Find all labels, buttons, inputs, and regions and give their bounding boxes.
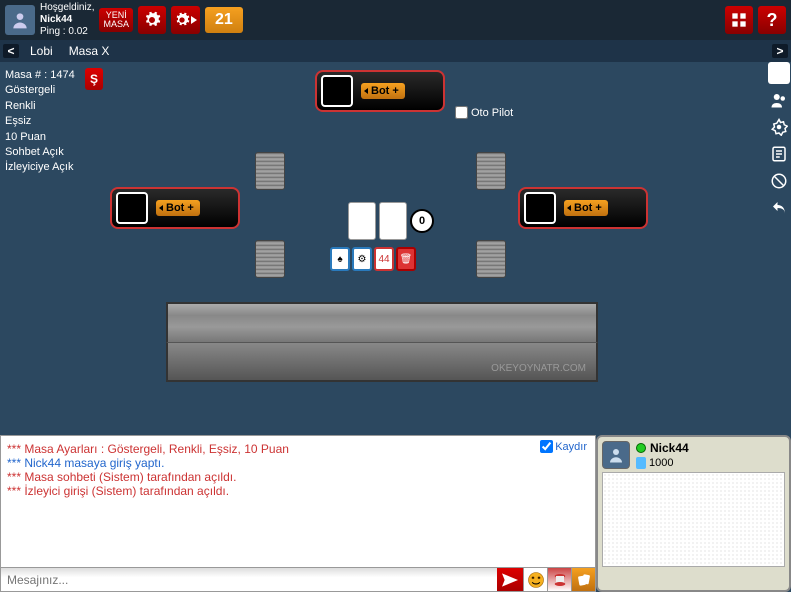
avatar[interactable] (5, 5, 35, 35)
message-input[interactable] (1, 568, 497, 591)
player-rack[interactable]: OKEYOYNATR.COM (166, 302, 598, 382)
chat-line-4: *** İzleyici girişi (Sistem) tarafından … (7, 484, 589, 498)
oto-pilot-label: Oto Pilot (471, 107, 513, 119)
discard-stack-tr[interactable] (476, 152, 506, 190)
draw-count: 0 (410, 209, 434, 233)
chat-panel: Kaydır *** Masa Ayarları : Göstergeli, R… (0, 435, 596, 592)
settings-language-button[interactable] (171, 6, 200, 34)
new-table-button[interactable]: YENİ MASA (99, 8, 133, 32)
seat-top[interactable]: Bot + (315, 70, 445, 112)
chat-line-1: *** Masa Ayarları : Göstergeli, Renkli, … (7, 442, 589, 456)
oto-pilot-checkbox[interactable] (455, 106, 468, 119)
breadcrumb-back-button[interactable]: < (3, 44, 19, 58)
welcome-prefix: Hoşgeldiniz, (40, 2, 94, 13)
mini-card-2[interactable]: ⚙ (352, 247, 372, 271)
player-points: 1000 (649, 457, 673, 469)
tile-icon-row: ♠ ⚙ 44 🗑 (330, 247, 416, 271)
player-avatar-icon[interactable] (602, 441, 630, 469)
seat-left[interactable]: Bot + (110, 187, 240, 229)
player-panel-body (602, 472, 785, 567)
score-badge: 21 (205, 7, 243, 33)
breadcrumb: < Lobi Masa X > (0, 40, 791, 62)
rack-bottom-row[interactable]: OKEYOYNATR.COM (166, 342, 598, 382)
discard-stack-tl[interactable] (255, 152, 285, 190)
scroll-label: Kaydır (555, 441, 587, 453)
draw-tile-1[interactable] (348, 202, 376, 240)
draw-tile-2[interactable] (379, 202, 407, 240)
spool-button[interactable] (547, 568, 571, 591)
top-bar: Hoşgeldiniz, Nick44 Ping : 0.02 YENİ MAS… (0, 0, 791, 40)
breadcrumb-fwd-button[interactable]: > (772, 44, 788, 58)
breadcrumb-lobi[interactable]: Lobi (22, 44, 61, 58)
chat-line-2: *** Nick44 masaya giriş yaptı. (7, 456, 589, 470)
discard-stack-br[interactable] (476, 240, 506, 278)
seat-right-label[interactable]: Bot + (564, 200, 608, 216)
chat-log[interactable]: Kaydır *** Masa Ayarları : Göstergeli, R… (1, 436, 595, 567)
grid-button[interactable] (725, 6, 753, 34)
ping-label: Ping : 0.02 (40, 26, 88, 37)
welcome-text: Hoşgeldiniz, Nick44 Ping : 0.02 (40, 2, 94, 38)
bottom-area: Kaydır *** Masa Ayarları : Göstergeli, R… (0, 435, 791, 592)
rack-top-row[interactable] (166, 302, 598, 342)
discard-stack-bl[interactable] (255, 240, 285, 278)
emoji-button[interactable] (523, 568, 547, 591)
player-header: Nick44 1000 (602, 441, 785, 469)
player-points-row: 1000 (636, 457, 689, 469)
online-status-icon (636, 443, 646, 453)
seat-left-avatar (116, 192, 148, 224)
draw-pile: 0 (348, 202, 434, 240)
mini-card-3[interactable]: 44 (374, 247, 394, 271)
send-button[interactable] (497, 568, 523, 591)
welcome-nick: Nick44 (40, 14, 72, 25)
player-panel: Nick44 1000 (596, 435, 791, 592)
mini-card-3-label: 44 (378, 254, 389, 265)
help-button[interactable]: ? (758, 6, 786, 34)
mini-card-1[interactable]: ♠ (330, 247, 350, 271)
watermark: OKEYOYNATR.COM (491, 363, 586, 374)
scroll-toggle[interactable]: Kaydır (540, 440, 587, 453)
coin-icon (636, 457, 646, 469)
seat-right[interactable]: Bot + (518, 187, 648, 229)
chat-input-row (1, 567, 595, 591)
seat-left-label[interactable]: Bot + (156, 200, 200, 216)
scroll-checkbox[interactable] (540, 440, 553, 453)
mini-card-2-glyph: ⚙ (358, 254, 367, 265)
seat-right-avatar (524, 192, 556, 224)
seat-top-avatar (321, 75, 353, 107)
chat-line-3: *** Masa sohbeti (Sistem) tarafından açı… (7, 470, 589, 484)
seat-top-label[interactable]: Bot + (361, 83, 405, 99)
player-name-row: Nick44 (636, 441, 689, 455)
settings-button[interactable] (138, 6, 166, 34)
mini-card-4[interactable]: 🗑 (396, 247, 416, 271)
oto-pilot-toggle[interactable]: Oto Pilot (455, 106, 513, 119)
cards-button[interactable] (571, 568, 595, 591)
breadcrumb-masa[interactable]: Masa X (61, 44, 118, 58)
player-nick: Nick44 (650, 441, 689, 455)
